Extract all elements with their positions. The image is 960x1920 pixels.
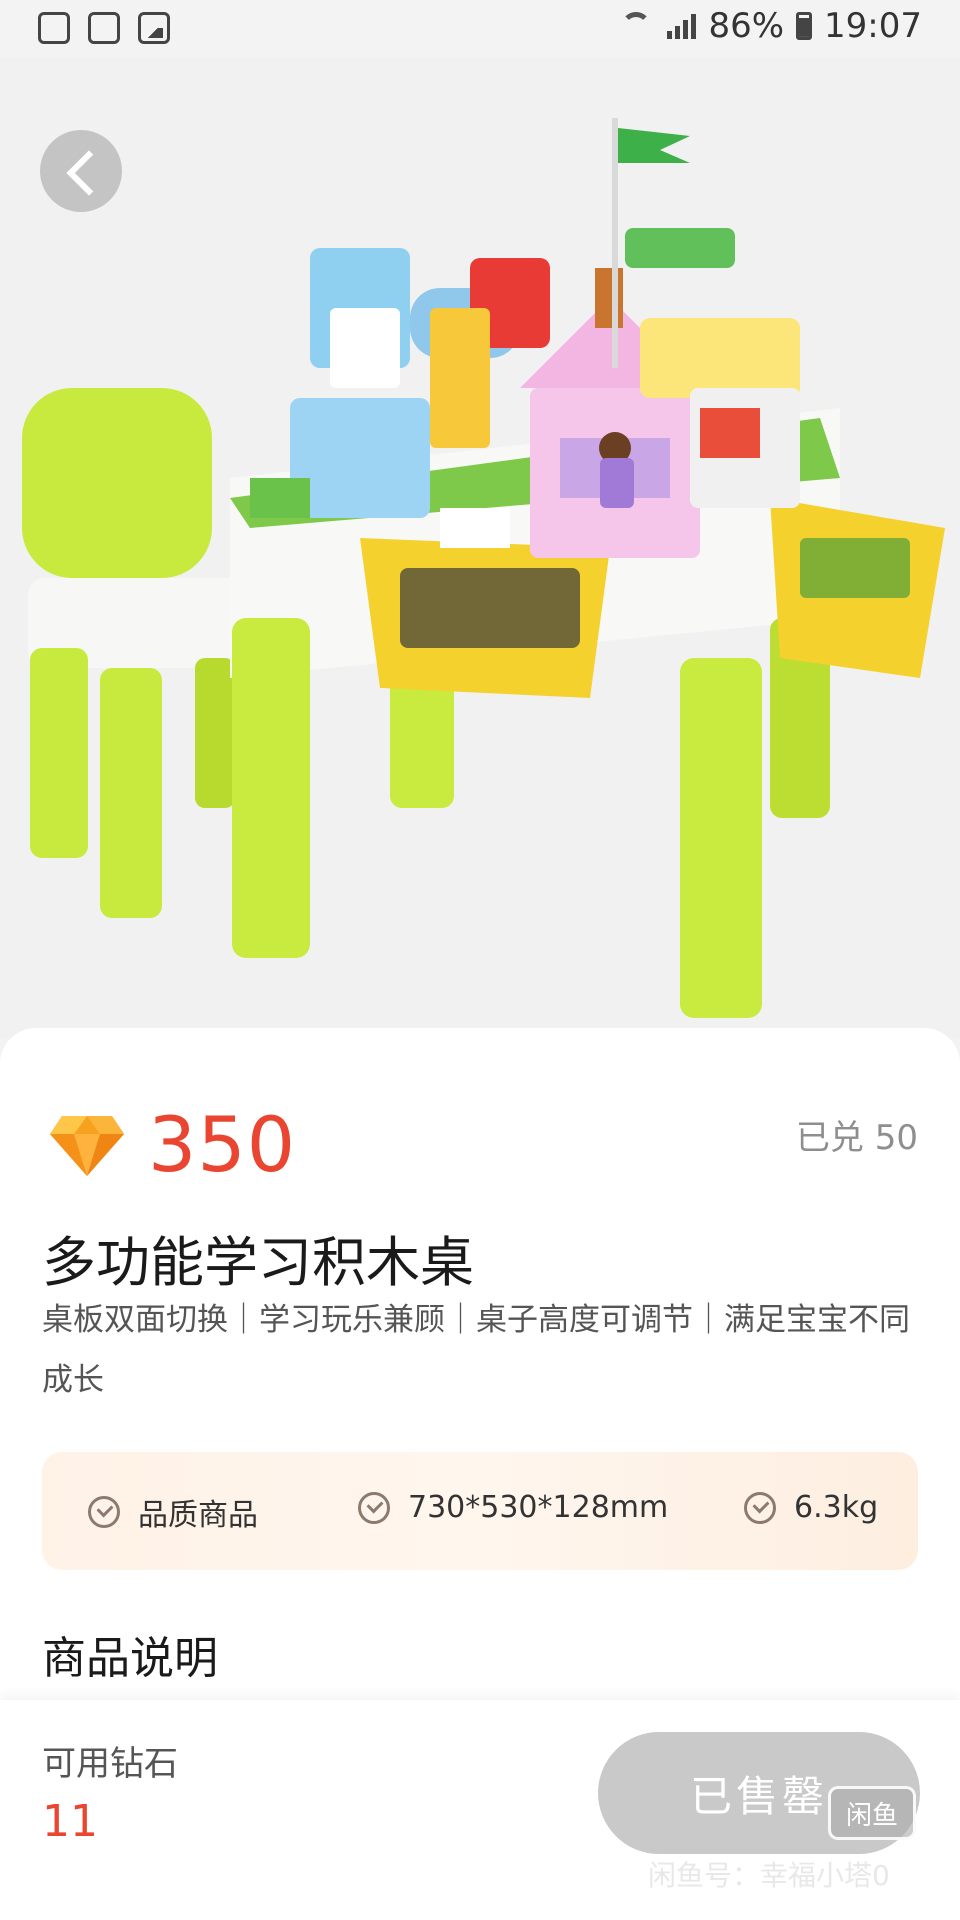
bottom-bar: 可用钻石 11 已售罄 闲鱼 闲鱼号：幸福小塔0	[0, 1700, 960, 1920]
check-circle-icon	[358, 1491, 390, 1524]
product-image[interactable]	[0, 58, 960, 1038]
product-subtitle: 桌板双面切换｜学习玩乐兼顾｜桌子高度可调节｜满足宝宝不同成长	[42, 1302, 910, 1398]
tag-dimensions: 730*530*128mm	[358, 1490, 668, 1525]
check-circle-icon	[744, 1491, 776, 1524]
available-diamonds-value: 11	[42, 1796, 98, 1847]
redeemed-count: 已兑 50	[795, 1118, 918, 1158]
watermark-text: 闲鱼号：幸福小塔0	[648, 1859, 890, 1892]
wifi-icon	[621, 12, 655, 40]
tag-label: 730*530*128mm	[408, 1490, 669, 1525]
tag-label: 6.3kg	[794, 1490, 879, 1525]
available-diamonds-label: 可用钻石	[42, 1744, 178, 1784]
battery-percent: 86%	[708, 6, 785, 46]
status-icons-left	[38, 12, 170, 44]
diamond-icon	[50, 1115, 124, 1176]
image-icon	[138, 12, 170, 44]
product-title: 多功能学习积木桌	[42, 1231, 474, 1294]
price-value: 350	[148, 1100, 297, 1189]
section-title-description: 商品说明	[42, 1633, 218, 1684]
checklist-icon	[88, 12, 120, 44]
notification-app-icon	[38, 12, 70, 44]
watermark-logo: 闲鱼	[828, 1786, 916, 1840]
signal-icon	[667, 13, 697, 39]
tag-weight: 6.3kg	[744, 1490, 878, 1525]
check-circle-icon	[88, 1496, 120, 1528]
battery-icon	[796, 12, 813, 40]
tag-label: 品质商品	[138, 1498, 258, 1533]
feature-tags: 品质商品 730*530*128mm 6.3kg	[42, 1452, 918, 1570]
table-chair-illustration	[22, 118, 945, 1018]
status-icons-right: 86% 19:07	[621, 6, 922, 46]
status-bar: 86% 19:07	[0, 0, 960, 58]
clock: 19:07	[824, 6, 922, 46]
back-button[interactable]	[40, 130, 122, 212]
price-row: 350	[48, 1100, 296, 1189]
tag-quality: 品质商品	[88, 1490, 258, 1534]
sold-out-label: 已售罄	[689, 1771, 828, 1821]
